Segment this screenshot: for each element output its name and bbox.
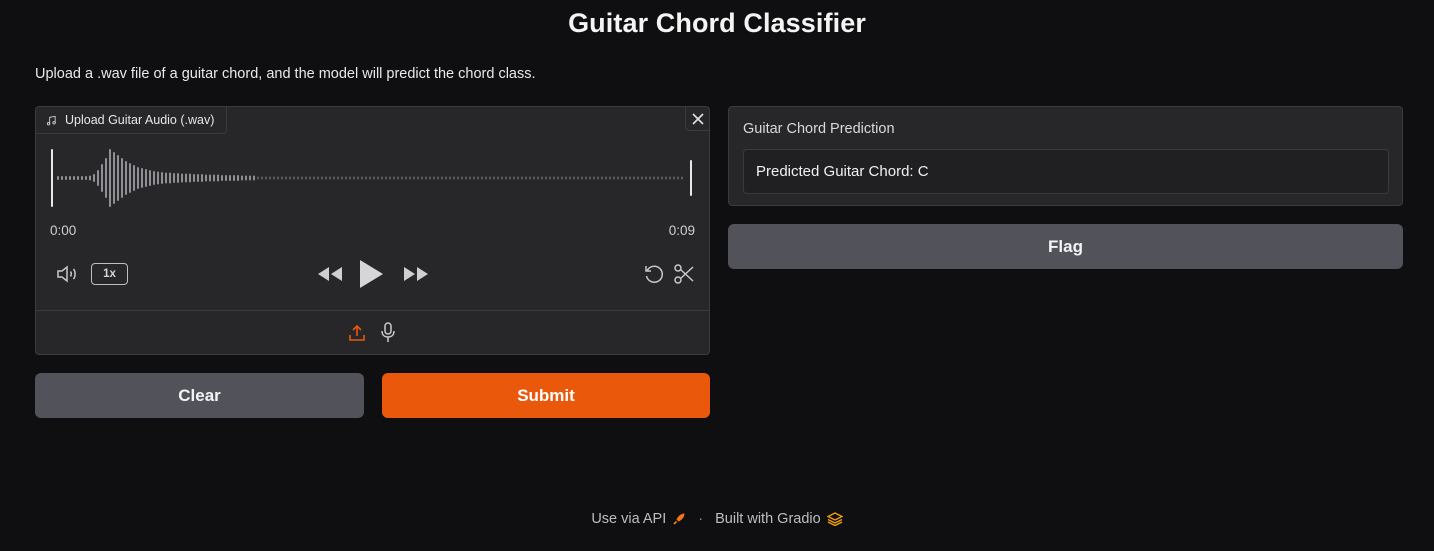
rewind-icon xyxy=(318,267,342,281)
music-note-icon xyxy=(46,115,56,125)
upload-source-button[interactable] xyxy=(346,321,368,345)
undo-icon xyxy=(645,265,664,283)
audio-waveform[interactable] xyxy=(50,147,694,209)
panel-divider xyxy=(36,310,709,311)
scissors-icon xyxy=(674,264,694,284)
fast-forward-icon xyxy=(404,267,428,281)
clear-button[interactable]: Clear xyxy=(35,373,364,418)
page-description: Upload a .wav file of a guitar chord, an… xyxy=(35,66,536,82)
prediction-textbox[interactable]: Predicted Guitar Chord: C xyxy=(743,149,1389,194)
reset-audio-button[interactable] xyxy=(642,262,666,286)
built-with-gradio-link[interactable]: Built with Gradio xyxy=(715,511,843,527)
prediction-output-panel: Guitar Chord Prediction Predicted Guitar… xyxy=(728,106,1403,206)
use-via-api-link[interactable]: Use via API xyxy=(591,511,686,527)
built-with-gradio-label: Built with Gradio xyxy=(715,511,821,527)
clear-audio-button[interactable] xyxy=(685,107,709,131)
prediction-value: Predicted Guitar Chord: C xyxy=(756,163,929,180)
footer: Use via API · Built with Gradio xyxy=(0,511,1434,527)
page-title: Guitar Chord Classifier xyxy=(568,8,866,38)
audio-source-selector xyxy=(36,321,709,345)
gradio-logo-icon xyxy=(826,512,843,526)
audio-input-panel: Upload Guitar Audio (.wav) 0:00 0:09 1x xyxy=(35,106,710,355)
close-icon xyxy=(691,112,704,125)
rewind-button[interactable] xyxy=(316,264,344,284)
microphone-source-button[interactable] xyxy=(377,321,399,345)
use-via-api-label: Use via API xyxy=(591,511,667,527)
submit-button[interactable]: Submit xyxy=(382,373,710,418)
app-page: Guitar Chord Classifier Upload a .wav fi… xyxy=(0,0,1434,551)
trim-audio-button[interactable] xyxy=(672,262,696,286)
play-button[interactable] xyxy=(357,258,385,290)
playback-speed-button[interactable]: 1x xyxy=(91,263,128,285)
output-label: Guitar Chord Prediction xyxy=(743,121,895,137)
current-time: 0:00 xyxy=(50,223,77,238)
volume-button[interactable] xyxy=(54,262,82,286)
upload-icon xyxy=(349,324,365,341)
microphone-icon xyxy=(381,322,395,342)
footer-separator: · xyxy=(698,511,704,527)
total-duration: 0:09 xyxy=(668,223,695,238)
volume-icon xyxy=(57,265,76,283)
audio-input-label-badge: Upload Guitar Audio (.wav) xyxy=(36,107,228,134)
playback-controls: 1x xyxy=(36,257,711,291)
audio-input-label: Upload Guitar Audio (.wav) xyxy=(65,113,215,127)
rocket-icon xyxy=(673,513,685,525)
flag-button[interactable]: Flag xyxy=(728,224,1403,269)
fast-forward-button[interactable] xyxy=(402,264,430,284)
play-icon xyxy=(360,260,383,288)
